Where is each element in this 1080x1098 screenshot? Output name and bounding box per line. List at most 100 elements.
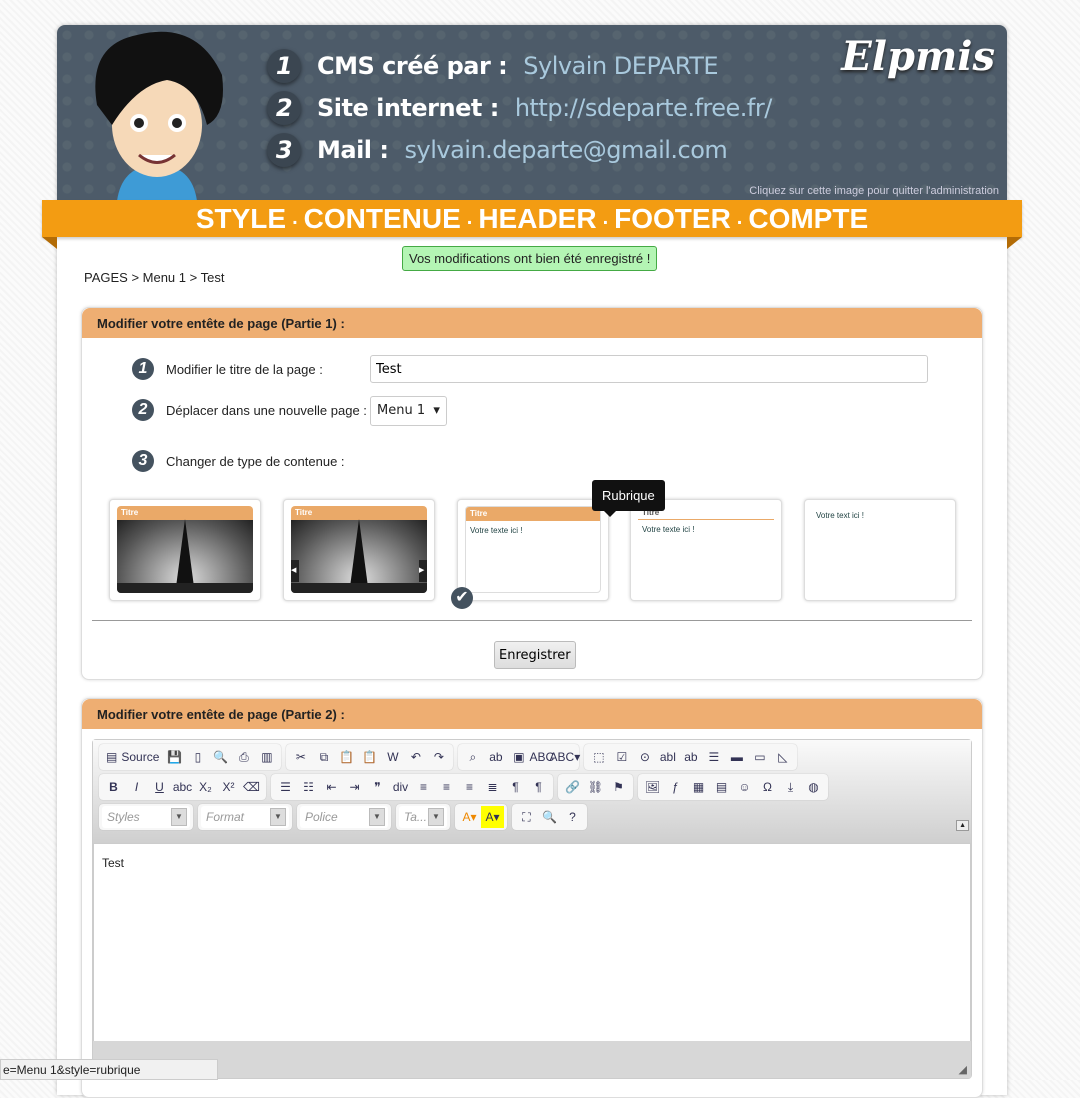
div-icon[interactable]: div	[389, 776, 412, 798]
editor-content[interactable]: Test	[93, 843, 971, 1043]
toolbar-row: Styles ▼ Format ▼ Police ▼ Ta... ▼ A▾ A▾ ⛶ 🔍?	[99, 804, 965, 830]
toolbar-group: A▾ A▾	[455, 804, 507, 830]
new-page-icon[interactable]: ▯	[186, 746, 209, 768]
combo-police[interactable]: Police ▼	[300, 806, 388, 828]
type-option-rubrique[interactable]: Titre Votre texte ici !	[457, 499, 609, 601]
show-blocks-icon[interactable]: 🔍	[538, 806, 561, 828]
print-icon[interactable]: ⎙	[232, 746, 255, 768]
superscript-icon[interactable]: X²	[217, 776, 240, 798]
replace-icon[interactable]: ab	[484, 746, 507, 768]
iframe-icon[interactable]: ◍	[802, 776, 825, 798]
maximize-icon[interactable]: ⛶	[515, 806, 538, 828]
spellcheck-auto-icon[interactable]: ABC▾	[550, 746, 581, 768]
bold-icon[interactable]: B	[102, 776, 125, 798]
templates-icon[interactable]: ▥	[255, 746, 278, 768]
align-left-icon[interactable]: ≡	[412, 776, 435, 798]
elpmis-logo: Elpmis	[841, 33, 995, 80]
redo-icon[interactable]: ↷	[427, 746, 450, 768]
remove-format-icon[interactable]: ⌫	[240, 776, 263, 798]
bulleted-list-icon[interactable]: ☷	[297, 776, 320, 798]
chevron-down-icon: ▼	[270, 808, 286, 826]
page-break-icon[interactable]: ⤓	[779, 776, 802, 798]
resize-handle-icon[interactable]: ◢	[959, 1063, 967, 1076]
nav-style[interactable]: STYLE	[196, 203, 286, 235]
nav-footer[interactable]: FOOTER	[614, 203, 731, 235]
editor-toolbar: ▤ Source 💾 ▯ 🔍 ⎙ ▥ ✂ ⧉ 📋 📋 W ↶ ↷ ⌕ ab ▣ ABC ABC▾ ⬚ ☑ ⊙ abl ab ☰ ▬…	[93, 740, 971, 843]
paste-text-icon[interactable]: 📋	[358, 746, 381, 768]
type-option-text[interactable]: Votre text ici !	[804, 499, 956, 601]
admin-header-banner[interactable]: 1 CMS créé par : Sylvain DEPARTE 2 Site int…	[57, 25, 1007, 201]
find-icon[interactable]: ⌕	[461, 746, 484, 768]
arrow-right-icon: ▶	[419, 560, 427, 582]
thumb-title: Titre	[466, 507, 600, 521]
image-button-icon[interactable]: ▭	[748, 746, 771, 768]
align-center-icon[interactable]: ≡	[435, 776, 458, 798]
combo-styles[interactable]: Styles ▼	[102, 806, 190, 828]
text-color-icon[interactable]: A▾	[458, 806, 481, 828]
status-bar-url: e=Menu 1&style=rubrique	[0, 1059, 218, 1080]
select-all-icon[interactable]: ▣	[507, 746, 530, 768]
cut-icon[interactable]: ✂	[289, 746, 312, 768]
save-icon[interactable]: 💾	[163, 746, 186, 768]
page-select-value: Menu 1	[377, 403, 426, 418]
undo-icon[interactable]: ↶	[404, 746, 427, 768]
paste-icon[interactable]: 📋	[335, 746, 358, 768]
source-button[interactable]: ▤ Source	[102, 746, 163, 768]
textarea-icon[interactable]: ab	[679, 746, 702, 768]
select-icon[interactable]: ☰	[702, 746, 725, 768]
type-option-title-text[interactable]: Titre Votre texte ici !	[630, 499, 782, 601]
nav-compte[interactable]: COMPTE	[748, 203, 868, 235]
combo-label: Format	[206, 810, 245, 824]
thumb-title: Titre	[291, 506, 427, 520]
field-label: Changer de type de contenue :	[166, 453, 345, 469]
underline-icon[interactable]: U	[148, 776, 171, 798]
page-title-input[interactable]	[370, 355, 928, 383]
nav-contenue[interactable]: CONTENUE	[304, 203, 461, 235]
table-icon[interactable]: ▦	[687, 776, 710, 798]
indent-icon[interactable]: ⇥	[343, 776, 366, 798]
paste-word-icon[interactable]: W	[381, 746, 404, 768]
checkbox-icon[interactable]: ☑	[610, 746, 633, 768]
italic-icon[interactable]: I	[125, 776, 148, 798]
bg-color-icon[interactable]: A▾	[481, 806, 504, 828]
image-icon[interactable]: 🖼	[641, 776, 664, 798]
subscript-icon[interactable]: X₂	[194, 776, 217, 798]
chevron-down-icon: ▼	[428, 808, 444, 826]
blockquote-icon[interactable]: ❞	[366, 776, 389, 798]
type-option-slider[interactable]: Titre ◀ ▶	[283, 499, 435, 601]
success-notice: Vos modifications ont bien été enregistr…	[402, 246, 658, 271]
anchor-icon[interactable]: ⚑	[607, 776, 630, 798]
preview-icon[interactable]: 🔍	[209, 746, 232, 768]
ltr-icon[interactable]: ¶	[504, 776, 527, 798]
textfield-icon[interactable]: abl	[656, 746, 679, 768]
strike-icon[interactable]: abc	[171, 776, 194, 798]
toolbar-group: Police ▼	[297, 804, 391, 830]
field-label: Modifier le titre de la page :	[166, 361, 323, 377]
link-icon[interactable]: 🔗	[561, 776, 584, 798]
smiley-icon[interactable]: ☺	[733, 776, 756, 798]
align-right-icon[interactable]: ≡	[458, 776, 481, 798]
flash-icon[interactable]: ƒ	[664, 776, 687, 798]
combo-format[interactable]: Format ▼	[201, 806, 289, 828]
hr-icon[interactable]: ▤	[710, 776, 733, 798]
special-char-icon[interactable]: Ω	[756, 776, 779, 798]
line-number: 3	[267, 133, 301, 167]
button-icon[interactable]: ▬	[725, 746, 748, 768]
justify-icon[interactable]: ≣	[481, 776, 504, 798]
nav-header[interactable]: HEADER	[478, 203, 596, 235]
unlink-icon[interactable]: ⛓	[584, 776, 607, 798]
outdent-icon[interactable]: ⇤	[320, 776, 343, 798]
rtl-icon[interactable]: ¶	[527, 776, 550, 798]
hidden-field-icon[interactable]: ◺	[771, 746, 794, 768]
type-option-image[interactable]: Titre	[109, 499, 261, 601]
collapse-toolbar-icon[interactable]: ▲	[956, 820, 969, 831]
numbered-list-icon[interactable]: ☰	[274, 776, 297, 798]
form-icon[interactable]: ⬚	[587, 746, 610, 768]
combo-ta[interactable]: Ta... ▼	[399, 806, 447, 828]
copy-icon[interactable]: ⧉	[312, 746, 335, 768]
radio-icon[interactable]: ⊙	[633, 746, 656, 768]
save-button[interactable]: Enregistrer	[494, 641, 576, 669]
page-select[interactable]: Menu 1 ▾	[370, 396, 447, 426]
main-nav: STYLE. CONTENUE. HEADER. FOOTER. COMPTE	[42, 200, 1022, 249]
about-icon[interactable]: ?	[561, 806, 584, 828]
